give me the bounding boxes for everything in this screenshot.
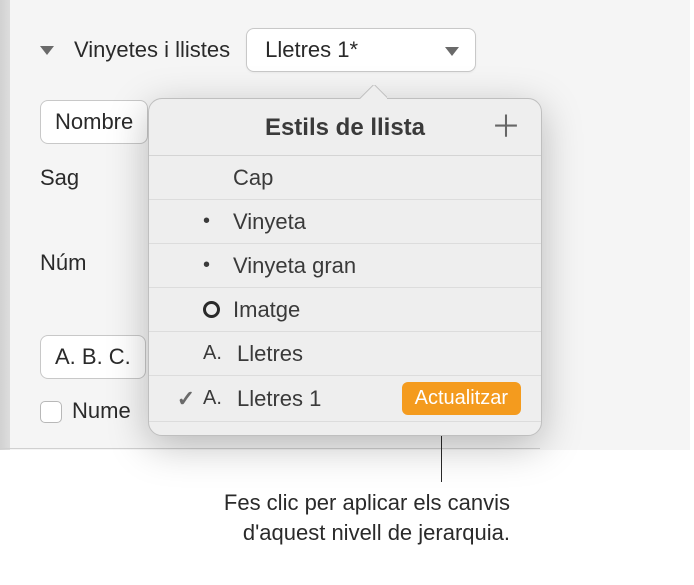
style-item-letters-1[interactable]: ✓ A. Lletres 1 Actualitzar [149, 376, 541, 421]
nombre-box[interactable]: Nombre [40, 100, 148, 144]
style-item-bullet-large[interactable]: • Vinyeta gran [149, 244, 541, 288]
callout-text: Fes clic per aplicar els canvis d'aquest… [200, 488, 510, 547]
checkmark-icon: ✓ [177, 386, 195, 412]
style-label-image: Imatge [233, 297, 521, 323]
nume-label: Nume [72, 398, 131, 423]
popover-arrow-icon [359, 85, 387, 99]
style-list: Cap • Vinyeta • Vinyeta gran Imatge A. L… [149, 156, 541, 421]
add-style-icon[interactable]: ＋ [491, 113, 521, 143]
abc-format-box[interactable]: A. B. C. [40, 335, 146, 379]
image-bullet-icon [203, 301, 233, 318]
style-label-none: Cap [233, 165, 521, 191]
partial-row-abc: A. B. C. [40, 335, 146, 379]
partial-row-sag: Sag [40, 165, 79, 191]
callout-leader-line [441, 428, 442, 482]
popover-header: Estils de llista ＋ [149, 99, 541, 156]
style-label-bullet-large: Vinyeta gran [233, 253, 521, 279]
letters-prefix: A. [203, 342, 233, 365]
letters1-prefix: A. [203, 387, 233, 410]
list-style-popup[interactable]: Lletres 1* [246, 28, 476, 72]
section-title: Vinyetes i llistes [74, 37, 230, 63]
style-label-letters-1: Lletres 1 [237, 386, 402, 412]
bullets-lists-row: Vinyetes i llistes Lletres 1* [40, 28, 476, 72]
style-item-letters[interactable]: A. Lletres [149, 332, 541, 376]
style-label-bullet: Vinyeta [233, 209, 521, 235]
bullet-large-icon: • [203, 254, 233, 277]
partial-row-num: Núm [40, 250, 86, 276]
check-col: ✓ [169, 386, 203, 412]
list-style-popup-value: Lletres 1* [265, 37, 358, 62]
bullet-small-icon: • [203, 210, 233, 233]
partial-row-nombre: Nombre [40, 100, 148, 144]
style-label-letters: Lletres [237, 341, 521, 367]
list-overflow [149, 421, 541, 435]
style-item-bullet[interactable]: • Vinyeta [149, 200, 541, 244]
list-styles-popover: Estils de llista ＋ Cap • Vinyeta • Vinye… [148, 98, 542, 436]
popover-title: Estils de llista [199, 114, 491, 142]
style-item-none[interactable]: Cap [149, 156, 541, 200]
partial-row-nume: Nume [40, 398, 131, 424]
style-item-image[interactable]: Imatge [149, 288, 541, 332]
update-style-button[interactable]: Actualitzar [402, 382, 521, 415]
nume-checkbox[interactable] [40, 401, 62, 423]
disclosure-triangle-icon[interactable] [40, 46, 54, 55]
panel-divider [0, 448, 540, 449]
